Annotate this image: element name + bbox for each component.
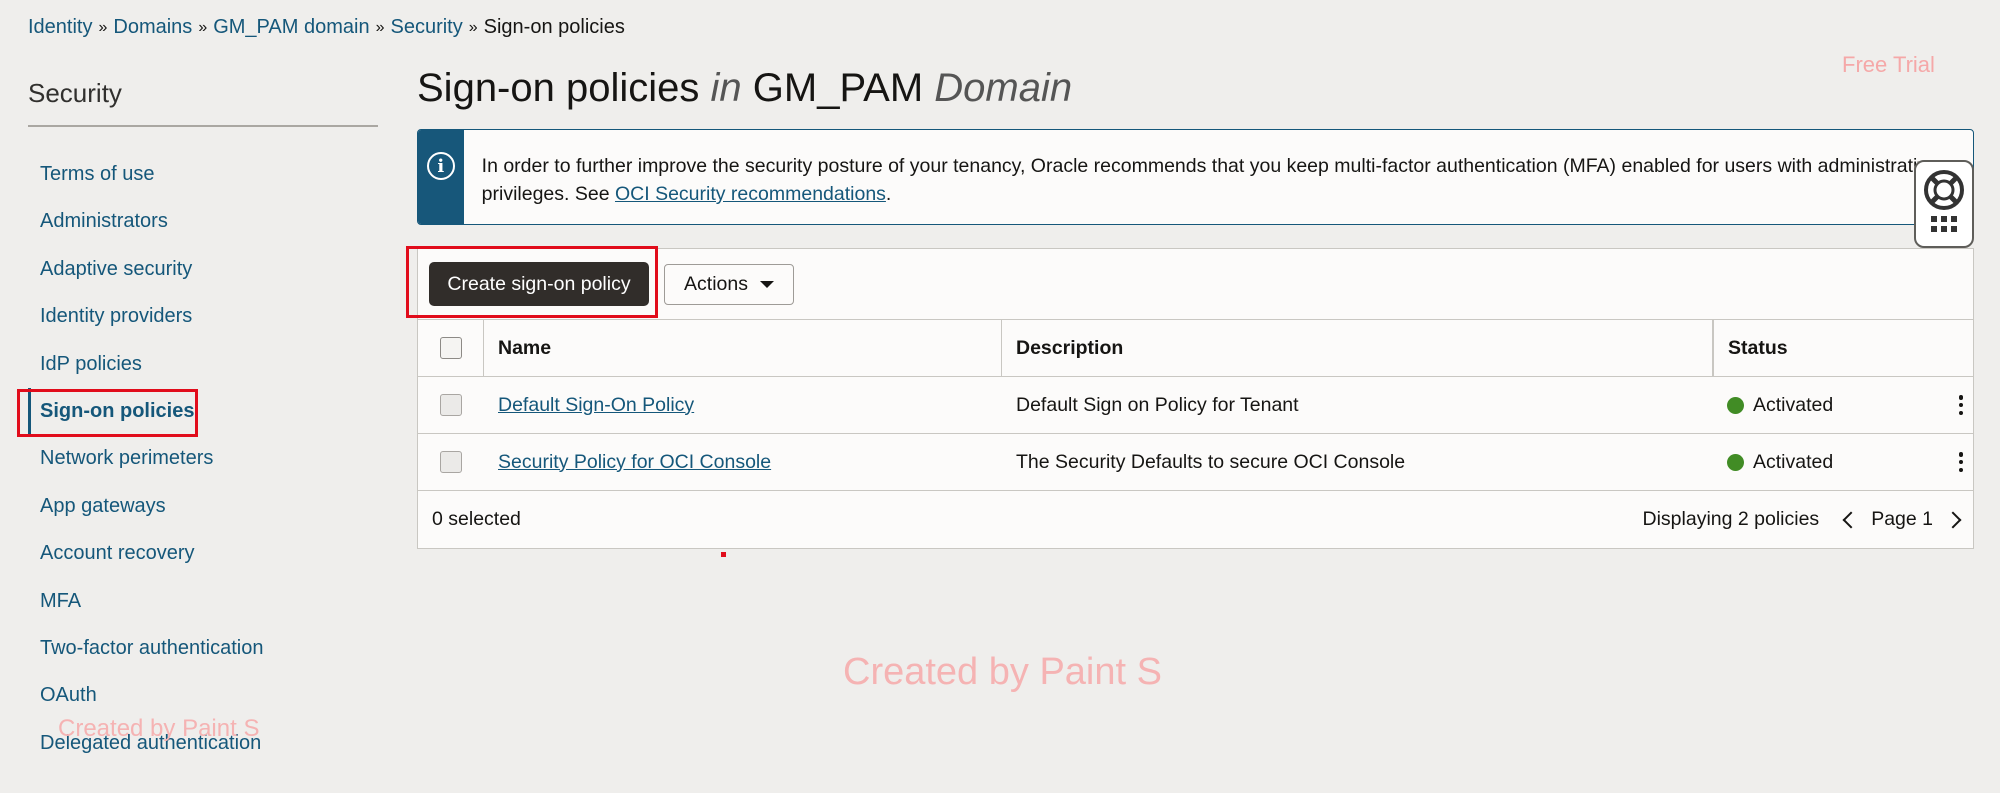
status-cell: Activated — [1713, 377, 1973, 433]
breadcrumb-identity[interactable]: Identity — [28, 16, 92, 39]
row-checkbox[interactable] — [440, 394, 462, 416]
info-icon: i — [426, 152, 455, 180]
policies-card: Create sign-on policy Actions Name Descr… — [406, 246, 1974, 549]
status-active-dot-icon — [1727, 396, 1744, 414]
breadcrumb-separator: » — [198, 18, 208, 36]
page-title-main: Sign-on policies — [417, 66, 700, 110]
apps-grid-icon[interactable] — [1931, 216, 1957, 232]
status-cell: Activated — [1713, 434, 1973, 490]
actions-menu-button[interactable]: Actions — [664, 264, 794, 305]
column-header-status[interactable]: Status — [1713, 320, 1973, 376]
chevron-left-icon[interactable] — [1842, 511, 1860, 528]
sidebar-item-adaptive-security[interactable]: Adaptive security — [28, 246, 378, 293]
breadcrumb: Identity » Domains » GM_PAM domain » Sec… — [28, 16, 625, 39]
banner-message-end: . — [885, 183, 892, 205]
page-title-domain: GM_PAM — [752, 66, 924, 110]
watermark-text: Created by Paint S — [843, 651, 1162, 693]
row-actions-kebab-icon[interactable] — [1951, 447, 1971, 477]
table-row: Default Sign-On Policy Default Sign on P… — [418, 377, 1973, 434]
sidebar-item-mfa[interactable]: MFA — [28, 578, 378, 625]
banner-icon-box: i — [418, 130, 464, 224]
banner-text: In order to further improve the security… — [464, 130, 1973, 224]
sidebar: Security Terms of use Administrators Ada… — [17, 78, 378, 767]
sidebar-item-sign-on-policies[interactable]: Sign-on policies — [17, 387, 378, 438]
name-cell: Security Policy for OCI Console — [484, 434, 1002, 490]
column-header-description[interactable]: Description — [1002, 320, 1713, 376]
page-title-in: in — [710, 66, 742, 110]
breadcrumb-current: Sign-on policies — [483, 16, 625, 38]
sidebar-item-app-gateways[interactable]: App gateways — [28, 483, 378, 530]
breadcrumb-separator: » — [98, 18, 108, 36]
status-text: Activated — [1753, 450, 1834, 473]
select-all-cell — [418, 320, 484, 376]
oci-security-recommendations-link[interactable]: OCI Security recommendations — [615, 183, 886, 205]
sidebar-item-terms-of-use[interactable]: Terms of use — [28, 151, 378, 198]
chevron-right-icon[interactable] — [1944, 511, 1962, 528]
description-cell: Default Sign on Policy for Tenant — [1016, 393, 1299, 416]
sidebar-item-identity-providers[interactable]: Identity providers — [28, 293, 378, 340]
sidebar-item-idp-policies[interactable]: IdP policies — [28, 341, 378, 388]
sidebar-nav: Terms of use Administrators Adaptive sec… — [17, 151, 378, 767]
caret-down-icon — [759, 281, 774, 288]
page-title-domain-word: Domain — [934, 66, 1073, 110]
annotation-dot — [721, 552, 726, 557]
toolbar: Create sign-on policy Actions — [406, 246, 1973, 320]
select-all-checkbox[interactable] — [439, 337, 462, 359]
sidebar-item-administrators[interactable]: Administrators — [28, 198, 378, 245]
table-row: Security Policy for OCI Console The Secu… — [418, 434, 1973, 491]
policy-name-link[interactable]: Security Policy for OCI Console — [498, 451, 771, 474]
sidebar-item-two-factor-authentication[interactable]: Two-factor authentication — [28, 625, 378, 672]
row-select-cell — [418, 434, 484, 490]
table-header-row: Name Description Status — [418, 320, 1973, 377]
displaying-count: Displaying 2 policies — [1642, 508, 1820, 530]
row-select-cell — [418, 377, 484, 433]
policies-table: Name Description Status Default Sign-On … — [418, 320, 1973, 548]
sidebar-item-account-recovery[interactable]: Account recovery — [28, 530, 378, 577]
row-actions-kebab-icon[interactable] — [1951, 390, 1971, 420]
name-cell: Default Sign-On Policy — [484, 377, 1002, 433]
row-checkbox[interactable] — [440, 451, 462, 473]
info-banner: i In order to further improve the securi… — [417, 129, 1974, 225]
breadcrumb-domain[interactable]: GM_PAM domain — [213, 16, 369, 39]
breadcrumb-domains[interactable]: Domains — [113, 16, 192, 39]
create-sign-on-policy-button[interactable]: Create sign-on policy — [429, 262, 649, 306]
free-trial-watermark: Free Trial — [1842, 52, 1935, 77]
breadcrumb-separator: » — [375, 18, 385, 36]
status-text: Activated — [1753, 393, 1834, 416]
actions-label: Actions — [684, 273, 748, 295]
page-indicator: Page 1 — [1871, 508, 1933, 530]
breadcrumb-separator: » — [468, 18, 478, 36]
status-active-dot-icon — [1727, 453, 1744, 471]
column-header-name[interactable]: Name — [484, 320, 1002, 376]
sidebar-item-network-perimeters[interactable]: Network perimeters — [28, 435, 378, 482]
selected-count: 0 selected — [432, 508, 521, 530]
table-footer: 0 selected Displaying 2 policies Page 1 — [418, 491, 1973, 548]
lifebuoy-icon[interactable] — [1922, 168, 1966, 212]
sidebar-title: Security — [28, 78, 378, 127]
policy-name-link[interactable]: Default Sign-On Policy — [498, 394, 694, 417]
sidebar-item-oauth[interactable]: OAuth — [28, 672, 378, 719]
breadcrumb-security[interactable]: Security — [390, 16, 462, 39]
watermark-text-sidebar: Created by Paint S — [58, 715, 260, 742]
pagination: Displaying 2 policies Page 1 — [1643, 491, 1963, 548]
page-title: Sign-on policies in GM_PAM Domain — [417, 66, 1072, 111]
description-cell: The Security Defaults to secure OCI Cons… — [1016, 450, 1406, 473]
help-widget[interactable] — [1914, 160, 1974, 248]
